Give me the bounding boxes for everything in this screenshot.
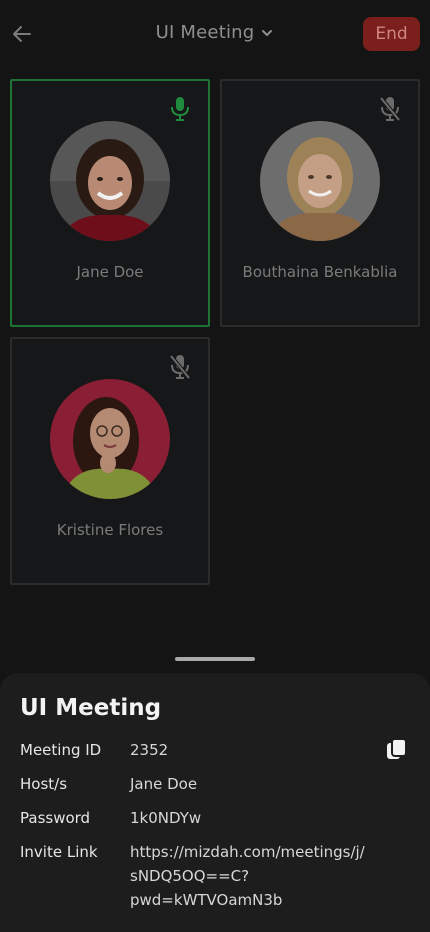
avatar — [50, 379, 170, 499]
host-value: Jane Doe — [130, 775, 198, 793]
meeting-id-label: Meeting ID — [20, 741, 102, 759]
sheet-title: UI Meeting — [20, 695, 162, 721]
top-bar: UI Meeting End — [0, 0, 430, 70]
chevron-down-icon — [262, 29, 273, 36]
participant-tile[interactable]: Jane Doe — [10, 79, 210, 327]
participant-name: Kristine Flores — [56, 521, 164, 539]
password-label: Password — [20, 809, 91, 827]
meeting-title: UI Meeting — [155, 22, 255, 43]
avatar — [260, 121, 380, 241]
sheet-drag-handle[interactable] — [175, 657, 255, 661]
invite-link-label: Invite Link — [20, 843, 98, 861]
participant-tile[interactable]: Bouthaina Benkablia — [220, 79, 420, 327]
microphone-icon — [171, 97, 189, 121]
participant-name: Jane Doe — [76, 263, 144, 281]
copy-button[interactable] — [385, 738, 409, 762]
password-value: 1k0NDYw — [130, 809, 202, 827]
copy-icon — [387, 738, 407, 759]
microphone-muted-icon — [169, 354, 191, 380]
participant-tile[interactable]: Kristine Flores — [10, 337, 210, 585]
meeting-id-value: 2352 — [130, 741, 169, 759]
invite-link-line[interactable]: sNDQ5OQ==C? — [130, 864, 249, 888]
host-label: Host/s — [20, 775, 68, 793]
microphone-muted-icon — [379, 96, 401, 122]
invite-link-line[interactable]: https://mizdah.com/meetings/j/ — [130, 840, 365, 864]
end-call-button[interactable]: End — [363, 17, 420, 51]
avatar — [50, 121, 170, 241]
invite-link-line[interactable]: pwd=kWTVOamN3b — [130, 888, 282, 912]
meeting-details-sheet: UI Meeting Meeting ID 2352 Host/s Jane D… — [0, 673, 430, 932]
participant-name: Bouthaina Benkablia — [242, 263, 398, 281]
